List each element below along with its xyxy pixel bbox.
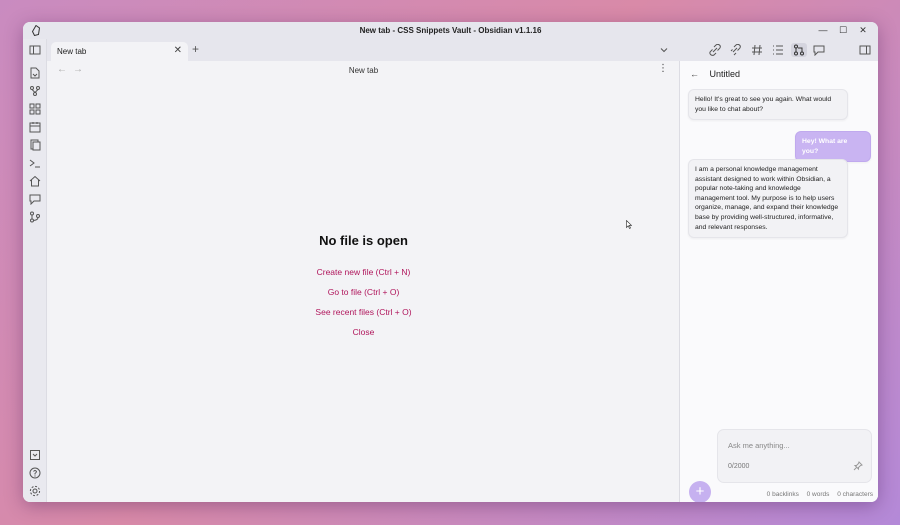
command-palette-icon[interactable] <box>29 157 41 169</box>
backlinks-count: 0 backlinks <box>766 491 799 498</box>
templates-icon[interactable] <box>29 139 41 151</box>
right-sidebar-toolbar <box>680 39 878 61</box>
chat-header: ← Untitled <box>690 69 740 79</box>
status-bar: 0 backlinks 0 words 0 characters <box>761 491 873 498</box>
window-title: New tab - CSS Snippets Vault - Obsidian … <box>359 26 542 35</box>
git-icon[interactable] <box>29 211 41 223</box>
outline-icon[interactable] <box>772 44 784 56</box>
word-count: 0 words <box>806 491 830 498</box>
daily-note-icon[interactable] <box>29 121 41 133</box>
close-tab-icon[interactable]: ✕ <box>174 45 182 56</box>
graph-view-icon[interactable] <box>29 85 41 97</box>
close-link[interactable]: Close <box>47 322 680 342</box>
empty-state: No file is open Create new file (Ctrl + … <box>47 233 680 342</box>
empty-state-title: No file is open <box>319 233 408 248</box>
title-bar: New tab - CSS Snippets Vault - Obsidian … <box>23 22 878 39</box>
tab-bar: New tab ✕ + <box>47 39 680 61</box>
chat-input[interactable]: Ask me anything... 0/2000 <box>717 429 872 483</box>
go-to-file-link[interactable]: Go to file (Ctrl + O) <box>47 282 680 302</box>
chevron-down-icon[interactable] <box>659 45 669 55</box>
sidebar-toggle-icon[interactable] <box>29 44 41 56</box>
right-sidebar-toggle-icon[interactable] <box>859 44 871 56</box>
backlinks-icon[interactable] <box>709 44 721 56</box>
homepage-icon[interactable] <box>29 175 41 187</box>
app-window: New tab - CSS Snippets Vault - Obsidian … <box>23 22 878 502</box>
maximize-button[interactable]: ☐ <box>836 25 850 36</box>
view-header: ← → New tab ⋮ <box>47 61 680 81</box>
new-tab-button[interactable]: + <box>192 42 199 56</box>
settings-icon[interactable] <box>29 485 41 497</box>
git-changes-icon[interactable] <box>791 43 807 57</box>
char-count: 0/2000 <box>728 463 750 470</box>
chat-icon[interactable] <box>813 44 825 56</box>
mouse-cursor-icon <box>626 220 632 229</box>
open-quick-switcher-icon[interactable] <box>29 67 41 79</box>
chat-input-placeholder[interactable]: Ask me anything... <box>728 441 790 450</box>
close-window-button[interactable]: ✕ <box>856 25 870 36</box>
tab-new-tab[interactable]: New tab ✕ <box>51 42 188 61</box>
minimize-button[interactable]: — <box>816 25 830 35</box>
pin-icon[interactable] <box>853 461 863 471</box>
outgoing-links-icon[interactable] <box>729 44 741 56</box>
vault-icon[interactable] <box>29 449 41 461</box>
tags-icon[interactable] <box>751 44 763 56</box>
left-ribbon <box>23 39 47 502</box>
chat-title: Untitled <box>709 69 741 79</box>
chat-icon[interactable] <box>29 193 41 205</box>
view-title: New tab <box>348 66 379 75</box>
canvas-icon[interactable] <box>29 103 41 115</box>
back-arrow-icon[interactable]: ← <box>690 69 699 79</box>
create-new-file-link[interactable]: Create new file (Ctrl + N) <box>47 262 680 282</box>
see-recent-files-link[interactable]: See recent files (Ctrl + O) <box>47 302 680 322</box>
character-count: 0 characters <box>837 491 873 498</box>
assistant-message: I am a personal knowledge management ass… <box>688 159 848 239</box>
help-icon[interactable] <box>29 467 41 479</box>
tab-label: New tab <box>57 47 87 56</box>
user-message: Hey! What are you? <box>795 131 871 163</box>
chat-panel: ← Untitled Hello! It's great to see you … <box>679 61 878 502</box>
assistant-message: Hello! It's great to see you again. What… <box>688 89 848 121</box>
main-editor: ← → New tab ⋮ No file is open Create new… <box>47 61 680 502</box>
more-options-icon[interactable]: ⋮ <box>658 63 668 74</box>
add-button[interactable]: + <box>689 481 711 502</box>
